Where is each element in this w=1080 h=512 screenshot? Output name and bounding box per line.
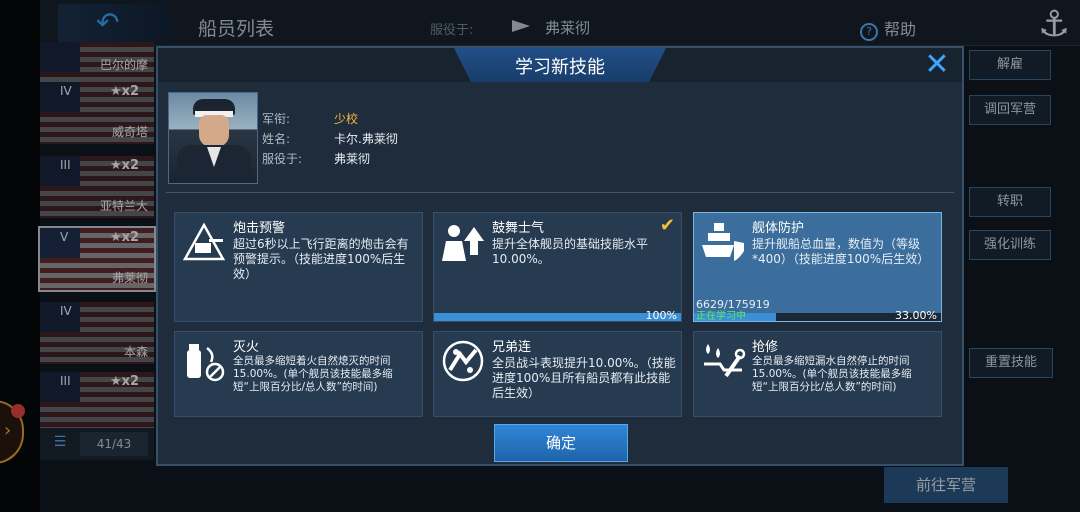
skill-card-morale[interactable]: 鼓舞士气 ✔ 提升全体舰员的基础技能水平10.00%。 100% <box>433 212 682 322</box>
gun-turret-icon <box>182 222 226 261</box>
skill-name: 炮击预警 <box>233 221 286 236</box>
skill-description: 全员最多缩短漏水自然停止的时间15.00%。(单个舰员该技能最多缩短“上限百分比… <box>752 355 912 393</box>
skill-name: 鼓舞士气 <box>492 221 545 236</box>
skill-card-brotherhood[interactable]: 兄弟连 全员战斗表现提升10.00%。（技能进度100%且所有船员都有此技能后生… <box>433 331 682 417</box>
skill-description: 提升舰船总血量，数值为（等级*400）（技能进度100%后生效） <box>752 237 930 266</box>
crew-portrait <box>168 92 258 184</box>
skill-name: 舰体防护 <box>752 221 805 236</box>
confirm-button[interactable]: 确定 <box>494 424 628 462</box>
close-icon[interactable]: ✕ <box>922 50 952 80</box>
skill-description: 全员最多缩短着火自然熄灭的时间15.00%。(单个舰员该技能最多缩短“上限百分比… <box>233 355 393 393</box>
name-label: 姓名: <box>262 132 291 146</box>
serve-on-label: 服役于: <box>262 152 303 166</box>
game-screen: ↶ 船员列表 服役于: 弗莱彻 ? 帮助 ⚓ 巴尔的摩 IV ★x2 威奇塔 II… <box>0 0 1080 512</box>
rank-label: 军衔: <box>262 112 291 126</box>
ship-shield-icon <box>702 223 744 261</box>
skill-progress-text: 100% <box>645 309 677 322</box>
skill-description: 全员战斗表现提升10.00%。（技能进度100%且所有船员都有此技能后生效） <box>492 356 676 400</box>
extinguisher-icon <box>187 344 225 382</box>
dialog-title: 学习新技能 <box>515 57 605 78</box>
skill-card-repair[interactable]: 抢修 全员最多缩短漏水自然停止的时间15.00%。(单个舰员该技能最多缩短“上限… <box>693 331 942 417</box>
skill-name: 抢修 <box>752 340 779 355</box>
name-value: 卡尔.弗莱彻 <box>334 132 398 146</box>
skill-card-hull-protection[interactable]: 舰体防护 提升舰船总血量，数值为（等级*400）（技能进度100%后生效） 66… <box>693 212 942 322</box>
skill-card-firefighting[interactable]: 灭火 全员最多缩短着火自然熄灭的时间15.00%。(单个舰员该技能最多缩短“上限… <box>174 331 423 417</box>
skill-progress-bar <box>434 313 681 321</box>
rank-value: 少校 <box>334 112 359 126</box>
learned-check-icon: ✔ <box>659 215 675 236</box>
skill-description: 超过6秒以上飞行距离的炮击会有预警提示。（技能进度100%后生效） <box>233 237 409 281</box>
learning-status: 正在学习中 <box>696 311 746 322</box>
skill-card-bombardment-warning[interactable]: 炮击预警 超过6秒以上飞行距离的炮击会有预警提示。（技能进度100%后生效） <box>174 212 423 322</box>
skill-name: 灭火 <box>233 340 260 355</box>
skill-name: 兄弟连 <box>492 340 532 355</box>
serve-on-value: 弗莱彻 <box>334 152 371 166</box>
crew-morale-icon <box>442 225 484 261</box>
skill-progress-text: 33.00% <box>895 309 937 322</box>
skill-description: 提升全体舰员的基础技能水平10.00%。 <box>492 237 649 266</box>
brotherhood-icon <box>442 340 484 382</box>
divider <box>166 192 954 193</box>
repair-icon <box>704 344 746 378</box>
learn-skill-dialog: 学习新技能 ✕ 军衔: 少校 姓名: 卡尔.弗莱彻 服役于: 弗莱彻 炮击预警 … <box>156 46 964 466</box>
skill-progress-fill <box>434 313 681 321</box>
